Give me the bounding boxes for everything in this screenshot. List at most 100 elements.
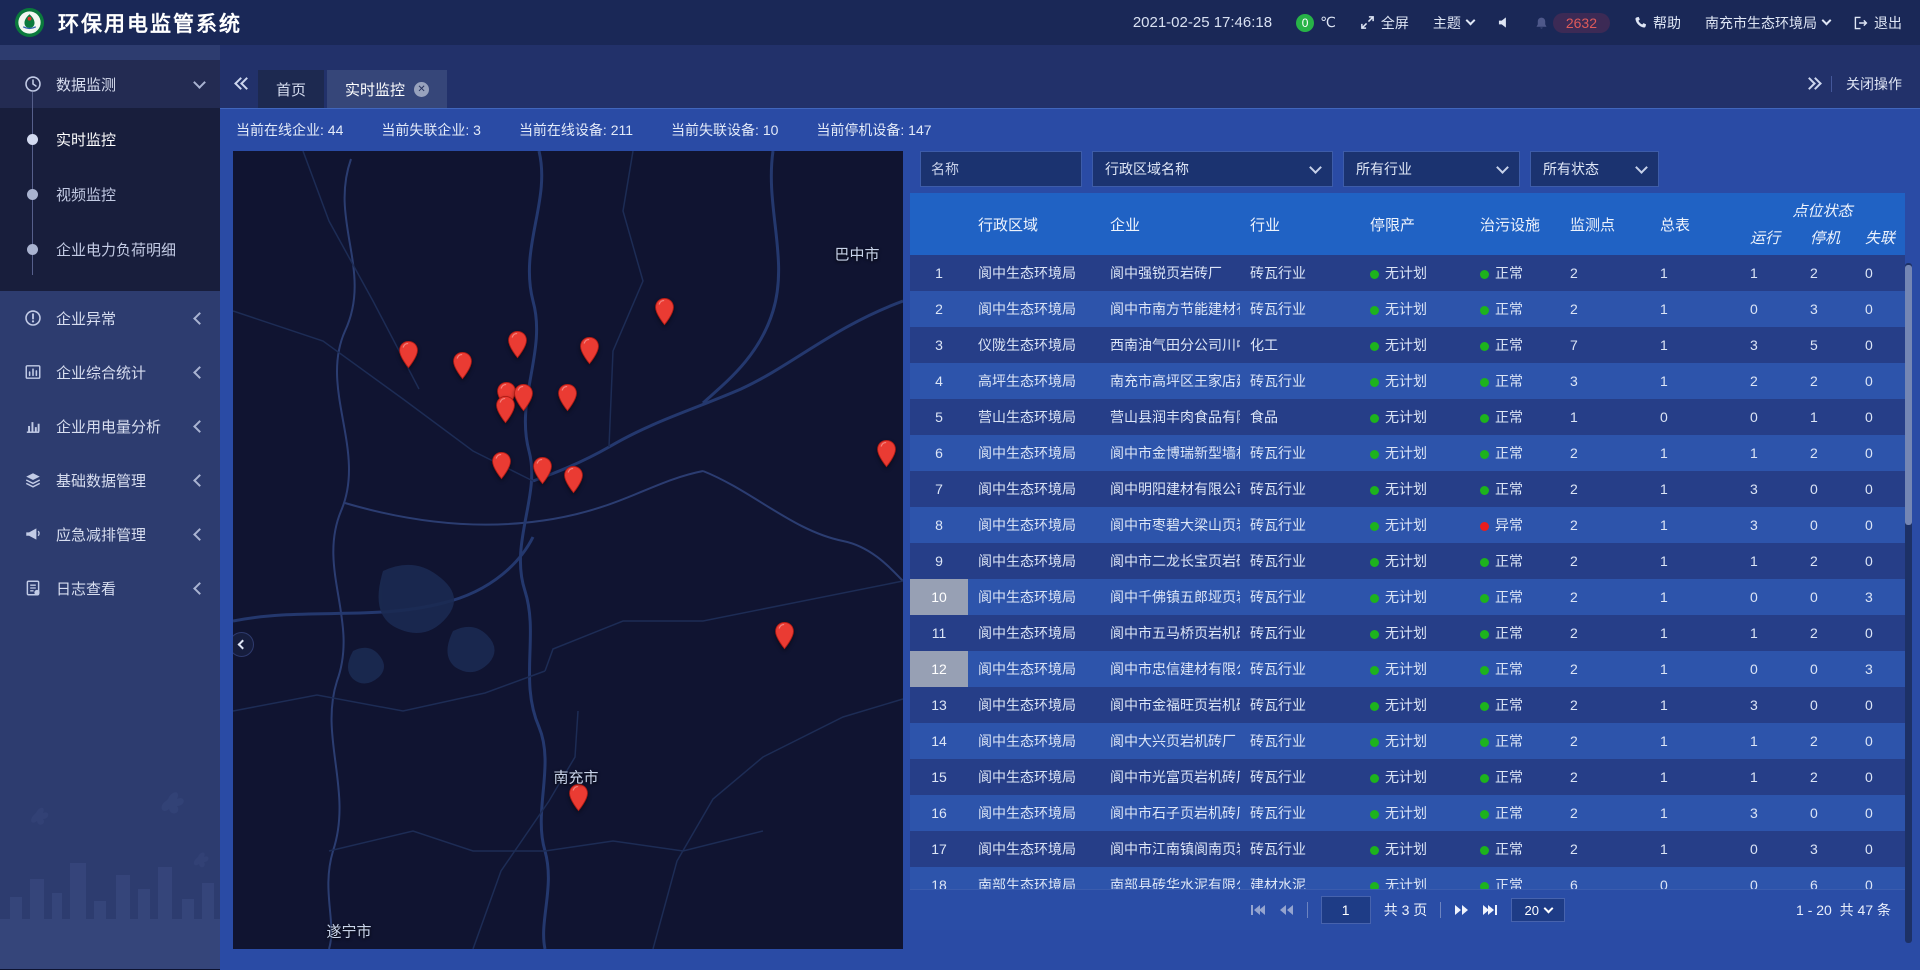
table-row[interactable]: 3仪陇生态环境局西南油气田分公司川中化工无计划正常71350 — [910, 327, 1905, 363]
cell-region: 阆中生态环境局 — [968, 767, 1100, 787]
table-row[interactable]: 15阆中生态环境局阆中市光富页岩机砖厂砖瓦行业无计划正常21120 — [910, 759, 1905, 795]
map-panel[interactable]: 巴中市南充市遂宁市 — [233, 151, 903, 949]
sidebar-item-企业综合统计[interactable]: 企业综合统计 — [0, 345, 220, 399]
map-marker-pin[interactable] — [774, 621, 795, 650]
cell-limit-status: 无计划 — [1360, 587, 1470, 607]
tab-realtime-monitor[interactable]: 实时监控 ✕ — [327, 70, 447, 108]
column-industry: 行业 — [1240, 193, 1360, 255]
bell-icon — [1535, 16, 1548, 30]
table-row[interactable]: 4高坪生态环境局南充市高坪区王家店建砖瓦行业无计划正常31220 — [910, 363, 1905, 399]
map-marker-pin[interactable] — [654, 297, 675, 326]
sidebar-item-应急减排管理[interactable]: 应急减排管理 — [0, 507, 220, 561]
tabs-scroll-right-icon[interactable] — [1805, 79, 1817, 88]
map-marker-pin[interactable] — [557, 383, 578, 412]
table-row[interactable]: 2阆中生态环境局阆中市南方节能建材有砖瓦行业无计划正常21030 — [910, 291, 1905, 327]
map-marker-pin[interactable] — [532, 456, 553, 485]
table-row[interactable]: 13阆中生态环境局阆中市金福旺页岩机砖砖瓦行业无计划正常21300 — [910, 687, 1905, 723]
cell-points: 2 — [1560, 265, 1650, 281]
cell-stop: 2 — [1800, 553, 1855, 569]
column-points: 监测点 — [1560, 193, 1650, 255]
sidebar-item-企业异常[interactable]: 企业异常 — [0, 291, 220, 345]
table-row[interactable]: 16阆中生态环境局阆中市石子页岩机砖厂砖瓦行业无计划正常21300 — [910, 795, 1905, 831]
table-row[interactable]: 7阆中生态环境局阆中明阳建材有限公司砖瓦行业无计划正常21300 — [910, 471, 1905, 507]
cell-offline: 0 — [1855, 409, 1905, 425]
map-marker-pin[interactable] — [507, 330, 528, 359]
cell-region: 阆中生态环境局 — [968, 515, 1100, 535]
sound-button[interactable] — [1498, 16, 1511, 29]
column-company: 企业 — [1100, 193, 1240, 255]
scrollbar-thumb[interactable] — [1905, 265, 1912, 525]
cell-facility-status: 正常 — [1470, 479, 1560, 499]
map-marker-pin[interactable] — [513, 383, 534, 412]
sidebar-item-视频监控[interactable]: 视频监控 — [0, 167, 220, 222]
close-operations-button[interactable]: 关闭操作 — [1846, 74, 1902, 94]
table-row[interactable]: 9阆中生态环境局阆中市二龙长宝页岩砖砖瓦行业无计划正常21120 — [910, 543, 1905, 579]
tab-close-icon[interactable]: ✕ — [414, 82, 429, 97]
page-size-select[interactable]: 20 — [1511, 898, 1565, 922]
table-row[interactable]: 5营山生态环境局营山县润丰肉食品有限食品无计划正常10010 — [910, 399, 1905, 435]
row-number: 16 — [910, 795, 968, 831]
cell-meter: 1 — [1650, 661, 1740, 677]
user-menu-button[interactable]: 南充市生态环境局 — [1705, 13, 1830, 33]
table-row[interactable]: 6阆中生态环境局阆中市金博瑞新型墙材砖瓦行业无计划正常21120 — [910, 435, 1905, 471]
table-row[interactable]: 12阆中生态环境局阆中市忠信建材有限公砖瓦行业无计划正常21003 — [910, 651, 1905, 687]
city-skyline-decoration — [0, 769, 220, 969]
map-marker-pin[interactable] — [579, 336, 600, 365]
map-marker-pin[interactable] — [876, 439, 897, 468]
chevron-down-icon — [1635, 161, 1648, 174]
map-marker-pin[interactable] — [495, 395, 516, 424]
cell-meter: 1 — [1650, 805, 1740, 821]
cell-industry: 砖瓦行业 — [1240, 479, 1360, 499]
cell-company: 阆中市二龙长宝页岩砖 — [1100, 551, 1240, 571]
cell-points: 2 — [1560, 733, 1650, 749]
sidebar-item-企业用电量分析[interactable]: 企业用电量分析 — [0, 399, 220, 453]
sidebar-menu: 数据监测实时监控视频监控企业电力负荷明细企业异常企业综合统计企业用电量分析基础数… — [0, 45, 220, 615]
page-number-input[interactable] — [1321, 896, 1371, 924]
first-page-icon[interactable] — [1250, 904, 1266, 916]
status-dot-icon — [1480, 810, 1489, 819]
tab-home[interactable]: 首页 — [258, 70, 324, 108]
logout-button[interactable]: 退出 — [1854, 13, 1902, 33]
cell-industry: 砖瓦行业 — [1240, 515, 1360, 535]
table-row[interactable]: 14阆中生态环境局阆中大兴页岩机砖厂砖瓦行业无计划正常21120 — [910, 723, 1905, 759]
next-page-icon[interactable] — [1454, 904, 1469, 916]
sidebar-section: 企业用电量分析 — [0, 399, 220, 453]
name-filter-input[interactable] — [920, 151, 1082, 187]
table-row[interactable]: 17阆中生态环境局阆中市江南镇阆南页岩砖瓦行业无计划正常21030 — [910, 831, 1905, 867]
table-row[interactable]: 11阆中生态环境局阆中市五马桥页岩机砖砖瓦行业无计划正常21120 — [910, 615, 1905, 651]
sidebar-item-日志查看[interactable]: 日志查看 — [0, 561, 220, 615]
status-dot-icon — [1480, 522, 1489, 531]
last-page-icon[interactable] — [1482, 904, 1498, 916]
status-filter-select[interactable]: 所有状态 — [1530, 151, 1659, 187]
table-row[interactable]: 18南部生态环境局南部县砖华水泥有限公建材水泥无计划正常60060 — [910, 867, 1905, 889]
map-marker-pin[interactable] — [563, 465, 584, 494]
cell-facility-status: 正常 — [1470, 875, 1560, 889]
table-row[interactable]: 8阆中生态环境局阆中市枣碧大梁山页岩砖瓦行业无计划异常21300 — [910, 507, 1905, 543]
cell-meter: 1 — [1650, 733, 1740, 749]
map-marker-pin[interactable] — [452, 351, 473, 380]
cell-company: 阆中市金博瑞新型墙材 — [1100, 443, 1240, 463]
cell-region: 阆中生态环境局 — [968, 263, 1100, 283]
map-marker-pin[interactable] — [491, 451, 512, 480]
sidebar-item-企业电力负荷明细[interactable]: 企业电力负荷明细 — [0, 222, 220, 277]
cell-offline: 0 — [1855, 481, 1905, 497]
cell-industry: 建材水泥 — [1240, 875, 1360, 889]
status-dot-icon — [1370, 486, 1379, 495]
sidebar-item-实时监控[interactable]: 实时监控 — [0, 112, 220, 167]
column-meter: 总表 — [1650, 193, 1740, 255]
map-marker-pin[interactable] — [398, 340, 419, 369]
fullscreen-button[interactable]: 全屏 — [1360, 13, 1409, 33]
cell-stop: 2 — [1800, 265, 1855, 281]
table-row[interactable]: 1阆中生态环境局阆中强锐页岩砖厂砖瓦行业无计划正常21120 — [910, 255, 1905, 291]
table-row[interactable]: 10阆中生态环境局阆中千佛镇五郎垭页岩砖瓦行业无计划正常21003 — [910, 579, 1905, 615]
industry-filter-select[interactable]: 所有行业 — [1343, 151, 1520, 187]
sidebar-item-基础数据管理[interactable]: 基础数据管理 — [0, 453, 220, 507]
tabs-scroll-left-icon[interactable] — [236, 79, 248, 88]
region-filter-select[interactable]: 行政区域名称 — [1092, 151, 1333, 187]
help-button[interactable]: 帮助 — [1634, 13, 1681, 33]
table-scrollbar[interactable] — [1905, 263, 1912, 943]
notifications-button[interactable]: 2632 — [1535, 13, 1610, 33]
theme-menu-button[interactable]: 主题 — [1433, 13, 1474, 33]
sidebar-item-数据监测[interactable]: 数据监测 — [0, 60, 220, 108]
prev-page-icon[interactable] — [1279, 904, 1294, 916]
